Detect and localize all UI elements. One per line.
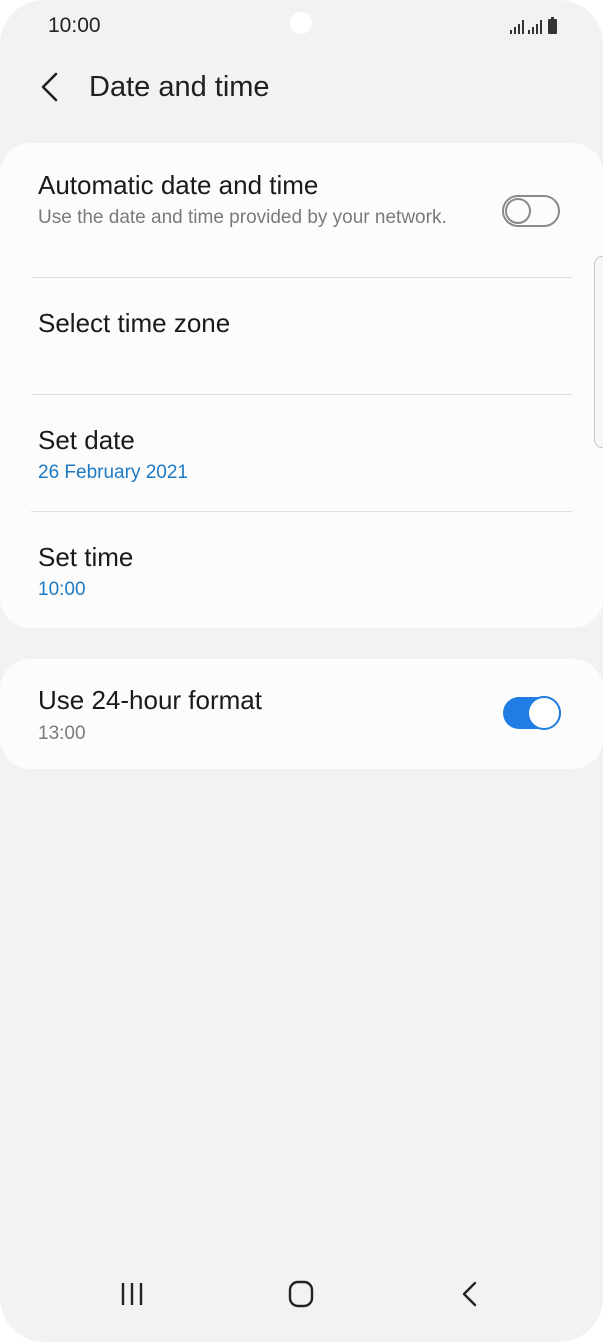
status-bar: 10:00 [0, 0, 603, 54]
select-time-zone-row[interactable]: Select time zone [0, 278, 603, 394]
chevron-left-icon[interactable] [36, 70, 66, 104]
select-time-zone-title: Select time zone [38, 308, 231, 338]
app-header: Date and time [0, 60, 603, 116]
set-date-row[interactable]: Set date 26 February 2021 [0, 395, 603, 511]
back-icon[interactable] [450, 1274, 490, 1314]
page-title: Date and time [89, 71, 270, 103]
set-time-title: Set time [38, 542, 134, 572]
use-24-hour-format-title: Use 24-hour format [38, 685, 262, 715]
status-icons [510, 16, 557, 34]
status-time: 10:00 [48, 14, 101, 37]
toggle-knob [527, 696, 561, 730]
toggle-knob [505, 198, 531, 224]
signal-icon [510, 18, 524, 34]
scrollbar-handle[interactable] [594, 256, 603, 448]
use-24-hour-format-toggle[interactable] [503, 696, 561, 730]
front-camera [290, 12, 312, 34]
date-time-settings-card: Automatic date and time Use the date and… [0, 143, 603, 628]
signal-icon [528, 18, 542, 34]
set-time-row[interactable]: Set time 10:00 [0, 512, 603, 628]
format-settings-card: Use 24-hour format 13:00 [0, 659, 603, 769]
navigation-bar [0, 1262, 603, 1342]
set-time-value: 10:00 [38, 579, 86, 600]
home-icon[interactable] [281, 1274, 321, 1314]
automatic-date-time-row[interactable]: Automatic date and time Use the date and… [0, 143, 603, 277]
automatic-date-time-title: Automatic date and time [38, 170, 319, 200]
set-date-title: Set date [38, 425, 135, 455]
use-24-hour-format-example: 13:00 [38, 723, 86, 744]
set-date-value: 26 February 2021 [38, 462, 188, 483]
automatic-date-time-subtitle: Use the date and time provided by your n… [38, 207, 447, 228]
automatic-date-time-toggle[interactable] [502, 195, 560, 227]
recents-icon[interactable] [113, 1274, 153, 1314]
use-24-hour-format-row[interactable]: Use 24-hour format 13:00 [0, 659, 603, 769]
battery-icon [548, 17, 557, 34]
phone-screen: 10:00 Date and time Automatic date and t… [0, 0, 603, 1342]
